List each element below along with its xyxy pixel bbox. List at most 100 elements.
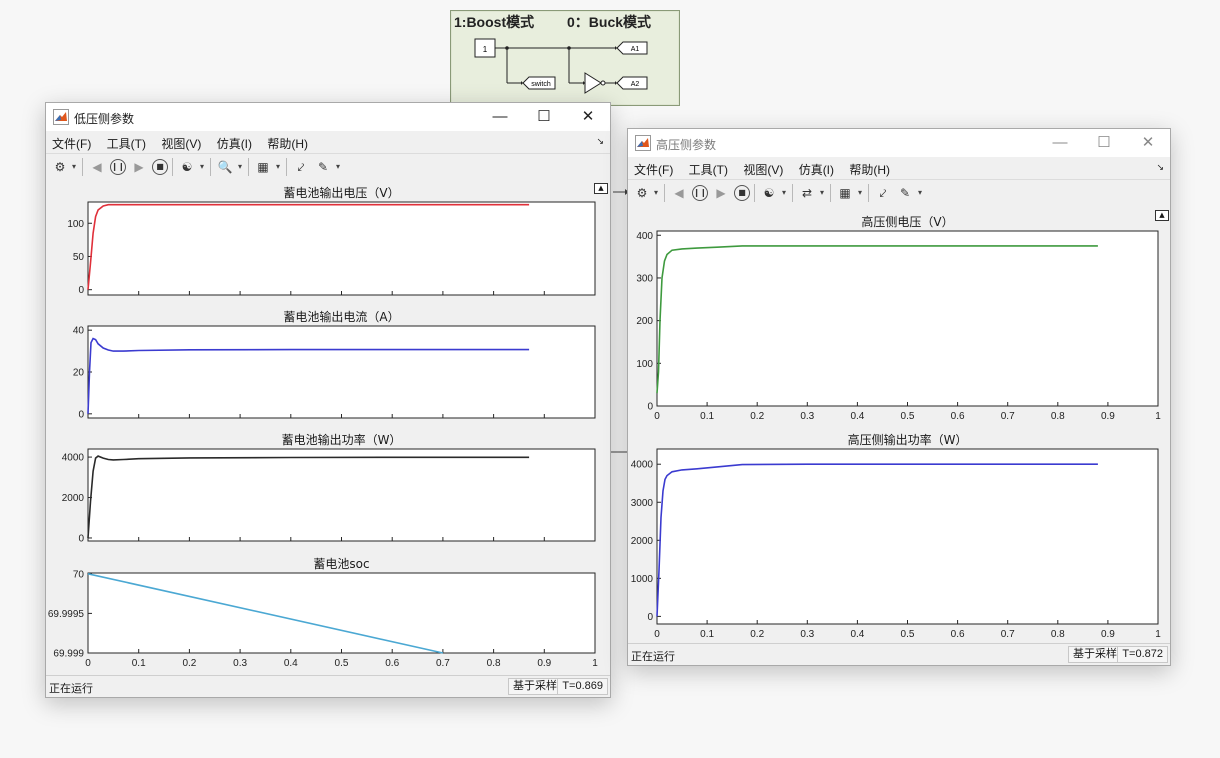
- toolbar: ⚙ ▾ ◀ ❙❙ ▶ ■ ☯ ▾ ⇄ ▾ ▦ ▾ ⤦ ✎ ▾: [628, 179, 1170, 207]
- minimize-icon[interactable]: —: [1038, 129, 1082, 157]
- a2-tag-label: A2: [631, 81, 640, 88]
- x-tick-label: 0.1: [700, 411, 714, 422]
- settings-dropdown-icon[interactable]: ▾: [652, 184, 660, 202]
- y-tick-label: 0: [78, 285, 84, 296]
- measurements-icon[interactable]: ✎: [896, 184, 914, 202]
- window-title: 低压侧参数: [74, 112, 135, 126]
- menu-help[interactable]: 帮助(H): [261, 131, 314, 152]
- y-tick-label: 69.9995: [48, 609, 85, 620]
- toolbar: ⚙ ▾ ◀ ❙❙ ▶ ■ ☯ ▾ 🔍 ▾ ▦ ▾ ⤦ ✎ ▾: [46, 153, 610, 181]
- zoom-dropdown-icon[interactable]: ▾: [236, 158, 244, 176]
- menu-view[interactable]: 视图(V): [155, 131, 207, 152]
- cursor-dropdown-icon[interactable]: ▾: [818, 184, 826, 202]
- constant-value: 1: [483, 45, 488, 54]
- y-tick-label: 400: [636, 231, 653, 242]
- minimize-icon[interactable]: —: [478, 103, 522, 131]
- x-tick-label: 1: [1155, 629, 1161, 640]
- menu-view[interactable]: 视图(V): [737, 157, 789, 178]
- autoscale-icon[interactable]: ▦: [254, 158, 272, 176]
- block-diagram: 1 switch A1 A2: [474, 38, 648, 94]
- pause-icon[interactable]: ❙❙: [692, 185, 708, 201]
- axes-3: 蓄电池soc 69.999 69.9995 70 0 0.1 0.2 0.3 0.4 0.5 0.6…: [48, 557, 598, 669]
- window-title: 高压侧参数: [656, 138, 717, 152]
- data-cursor-icon[interactable]: ⇄: [798, 184, 816, 202]
- settings-dropdown-icon[interactable]: ▾: [70, 158, 78, 176]
- axes-title: 蓄电池输出电压（V）: [283, 185, 399, 200]
- y-tick-label: 20: [73, 368, 85, 379]
- step-back-icon[interactable]: ◀: [88, 158, 106, 176]
- x-tick-label: 0.8: [487, 658, 501, 669]
- x-tick-label: 0.2: [182, 658, 196, 669]
- y-tick-label: 0: [647, 402, 653, 413]
- settings-gear-icon[interactable]: ⚙: [633, 184, 651, 202]
- menu-help[interactable]: 帮助(H): [843, 157, 896, 178]
- x-tick-label: 0.5: [335, 658, 349, 669]
- axes-5: 高压侧输出功率（W） 0 1000 2000 3000 4000 0 0.1 0.2 0.3 0.4…: [631, 432, 1161, 640]
- triggers-icon[interactable]: ⤦: [874, 184, 892, 202]
- step-forward-icon[interactable]: ▶: [130, 158, 148, 176]
- menu-file[interactable]: 文件(F): [628, 157, 679, 178]
- x-tick-label: 0.4: [284, 658, 298, 669]
- measurements-icon[interactable]: ✎: [314, 158, 332, 176]
- x-tick-label: 0.3: [800, 629, 814, 640]
- x-tick-label: 0.3: [233, 658, 247, 669]
- x-tick-label: 0.6: [951, 629, 965, 640]
- pause-icon[interactable]: ❙❙: [110, 159, 126, 175]
- x-tick-label: 0.8: [1051, 629, 1065, 640]
- autoscale-icon[interactable]: ▦: [836, 184, 854, 202]
- zoom-icon[interactable]: 🔍: [216, 158, 234, 176]
- plot-area[interactable]: 蓄电池输出电压（V） 0 50 100 蓄电池输出电流（A） 0 20 40 蓄电池输出功率（W…: [46, 180, 610, 675]
- scope-plots: 高压侧电压（V）01002003004000 0.1 0.2 0.3 0.4 0.5 0.6…: [631, 214, 1161, 640]
- close-icon[interactable]: ✕: [1126, 129, 1170, 157]
- title-bar[interactable]: 高压侧参数 — ☐ ✕: [628, 129, 1170, 157]
- menu-simulation[interactable]: 仿真(I): [211, 131, 258, 152]
- menu-file[interactable]: 文件(F): [46, 131, 97, 152]
- undock-arrow-icon[interactable]: ↘: [1156, 162, 1164, 173]
- measurements-dropdown-icon[interactable]: ▾: [916, 184, 924, 202]
- scope-window-high-voltage[interactable]: 高压侧参数 — ☐ ✕ 文件(F) 工具(T) 视图(V) 仿真(I) 帮助(H…: [627, 128, 1171, 666]
- y-tick-label: 0: [647, 612, 653, 623]
- y-tick-label: 300: [636, 273, 653, 284]
- x-tick-label: 0.7: [436, 658, 450, 669]
- stop-icon[interactable]: ■: [734, 185, 750, 201]
- logic-not-gate: [584, 72, 602, 94]
- plot-area[interactable]: 高压侧电压（V） 0 100 200 300 400 0 0.1 0.2 0.3 0.4 0.5 0.6…: [628, 206, 1170, 643]
- axes-title: 蓄电池soc: [313, 557, 369, 571]
- mode-switch-subsystem[interactable]: 1:Boost模式 0：Buck模式 1 switch A1 A2: [450, 10, 680, 106]
- axes-0: 蓄电池输出电压（V） 0 50 100: [67, 185, 596, 296]
- stop-icon[interactable]: ■: [152, 159, 168, 175]
- title-bar[interactable]: 低压侧参数 — ☐ ✕: [46, 103, 610, 131]
- maximize-icon[interactable]: ☐: [522, 103, 566, 131]
- y-tick-label: 4000: [62, 453, 85, 464]
- maximize-icon[interactable]: ☐: [1082, 129, 1126, 157]
- highlight-block-icon[interactable]: ☯: [178, 158, 196, 176]
- step-forward-icon[interactable]: ▶: [712, 184, 730, 202]
- sim-time: T=0.872: [1117, 646, 1168, 663]
- menu-simulation[interactable]: 仿真(I): [793, 157, 840, 178]
- x-tick-label: 0: [654, 411, 660, 422]
- x-tick-label: 0: [85, 658, 91, 669]
- restore-axes-icon[interactable]: ▲: [1155, 210, 1169, 221]
- y-tick-label: 69.999: [53, 649, 84, 660]
- highlight-dropdown-icon[interactable]: ▾: [780, 184, 788, 202]
- close-icon[interactable]: ✕: [566, 103, 610, 131]
- autoscale-dropdown-icon[interactable]: ▾: [856, 184, 864, 202]
- restore-axes-icon[interactable]: ▲: [594, 183, 608, 194]
- scope-plots: 蓄电池输出电压（V）050100蓄电池输出电流（A）02040蓄电池输出功率（W…: [48, 185, 598, 669]
- menu-tools[interactable]: 工具(T): [101, 131, 152, 152]
- x-tick-label: 0.9: [537, 658, 551, 669]
- x-tick-label: 0.9: [1101, 629, 1115, 640]
- matlab-logo-icon: [53, 109, 69, 125]
- autoscale-dropdown-icon[interactable]: ▾: [274, 158, 282, 176]
- step-back-icon[interactable]: ◀: [670, 184, 688, 202]
- y-tick-label: 2000: [631, 536, 654, 547]
- highlight-block-icon[interactable]: ☯: [760, 184, 778, 202]
- matlab-logo-icon: [635, 135, 651, 151]
- scope-window-low-voltage[interactable]: 低压侧参数 — ☐ ✕ 文件(F) 工具(T) 视图(V) 仿真(I) 帮助(H…: [45, 102, 611, 698]
- highlight-dropdown-icon[interactable]: ▾: [198, 158, 206, 176]
- measurements-dropdown-icon[interactable]: ▾: [334, 158, 342, 176]
- settings-gear-icon[interactable]: ⚙: [51, 158, 69, 176]
- undock-arrow-icon[interactable]: ↘: [596, 136, 604, 147]
- triggers-icon[interactable]: ⤦: [292, 158, 310, 176]
- menu-tools[interactable]: 工具(T): [683, 157, 734, 178]
